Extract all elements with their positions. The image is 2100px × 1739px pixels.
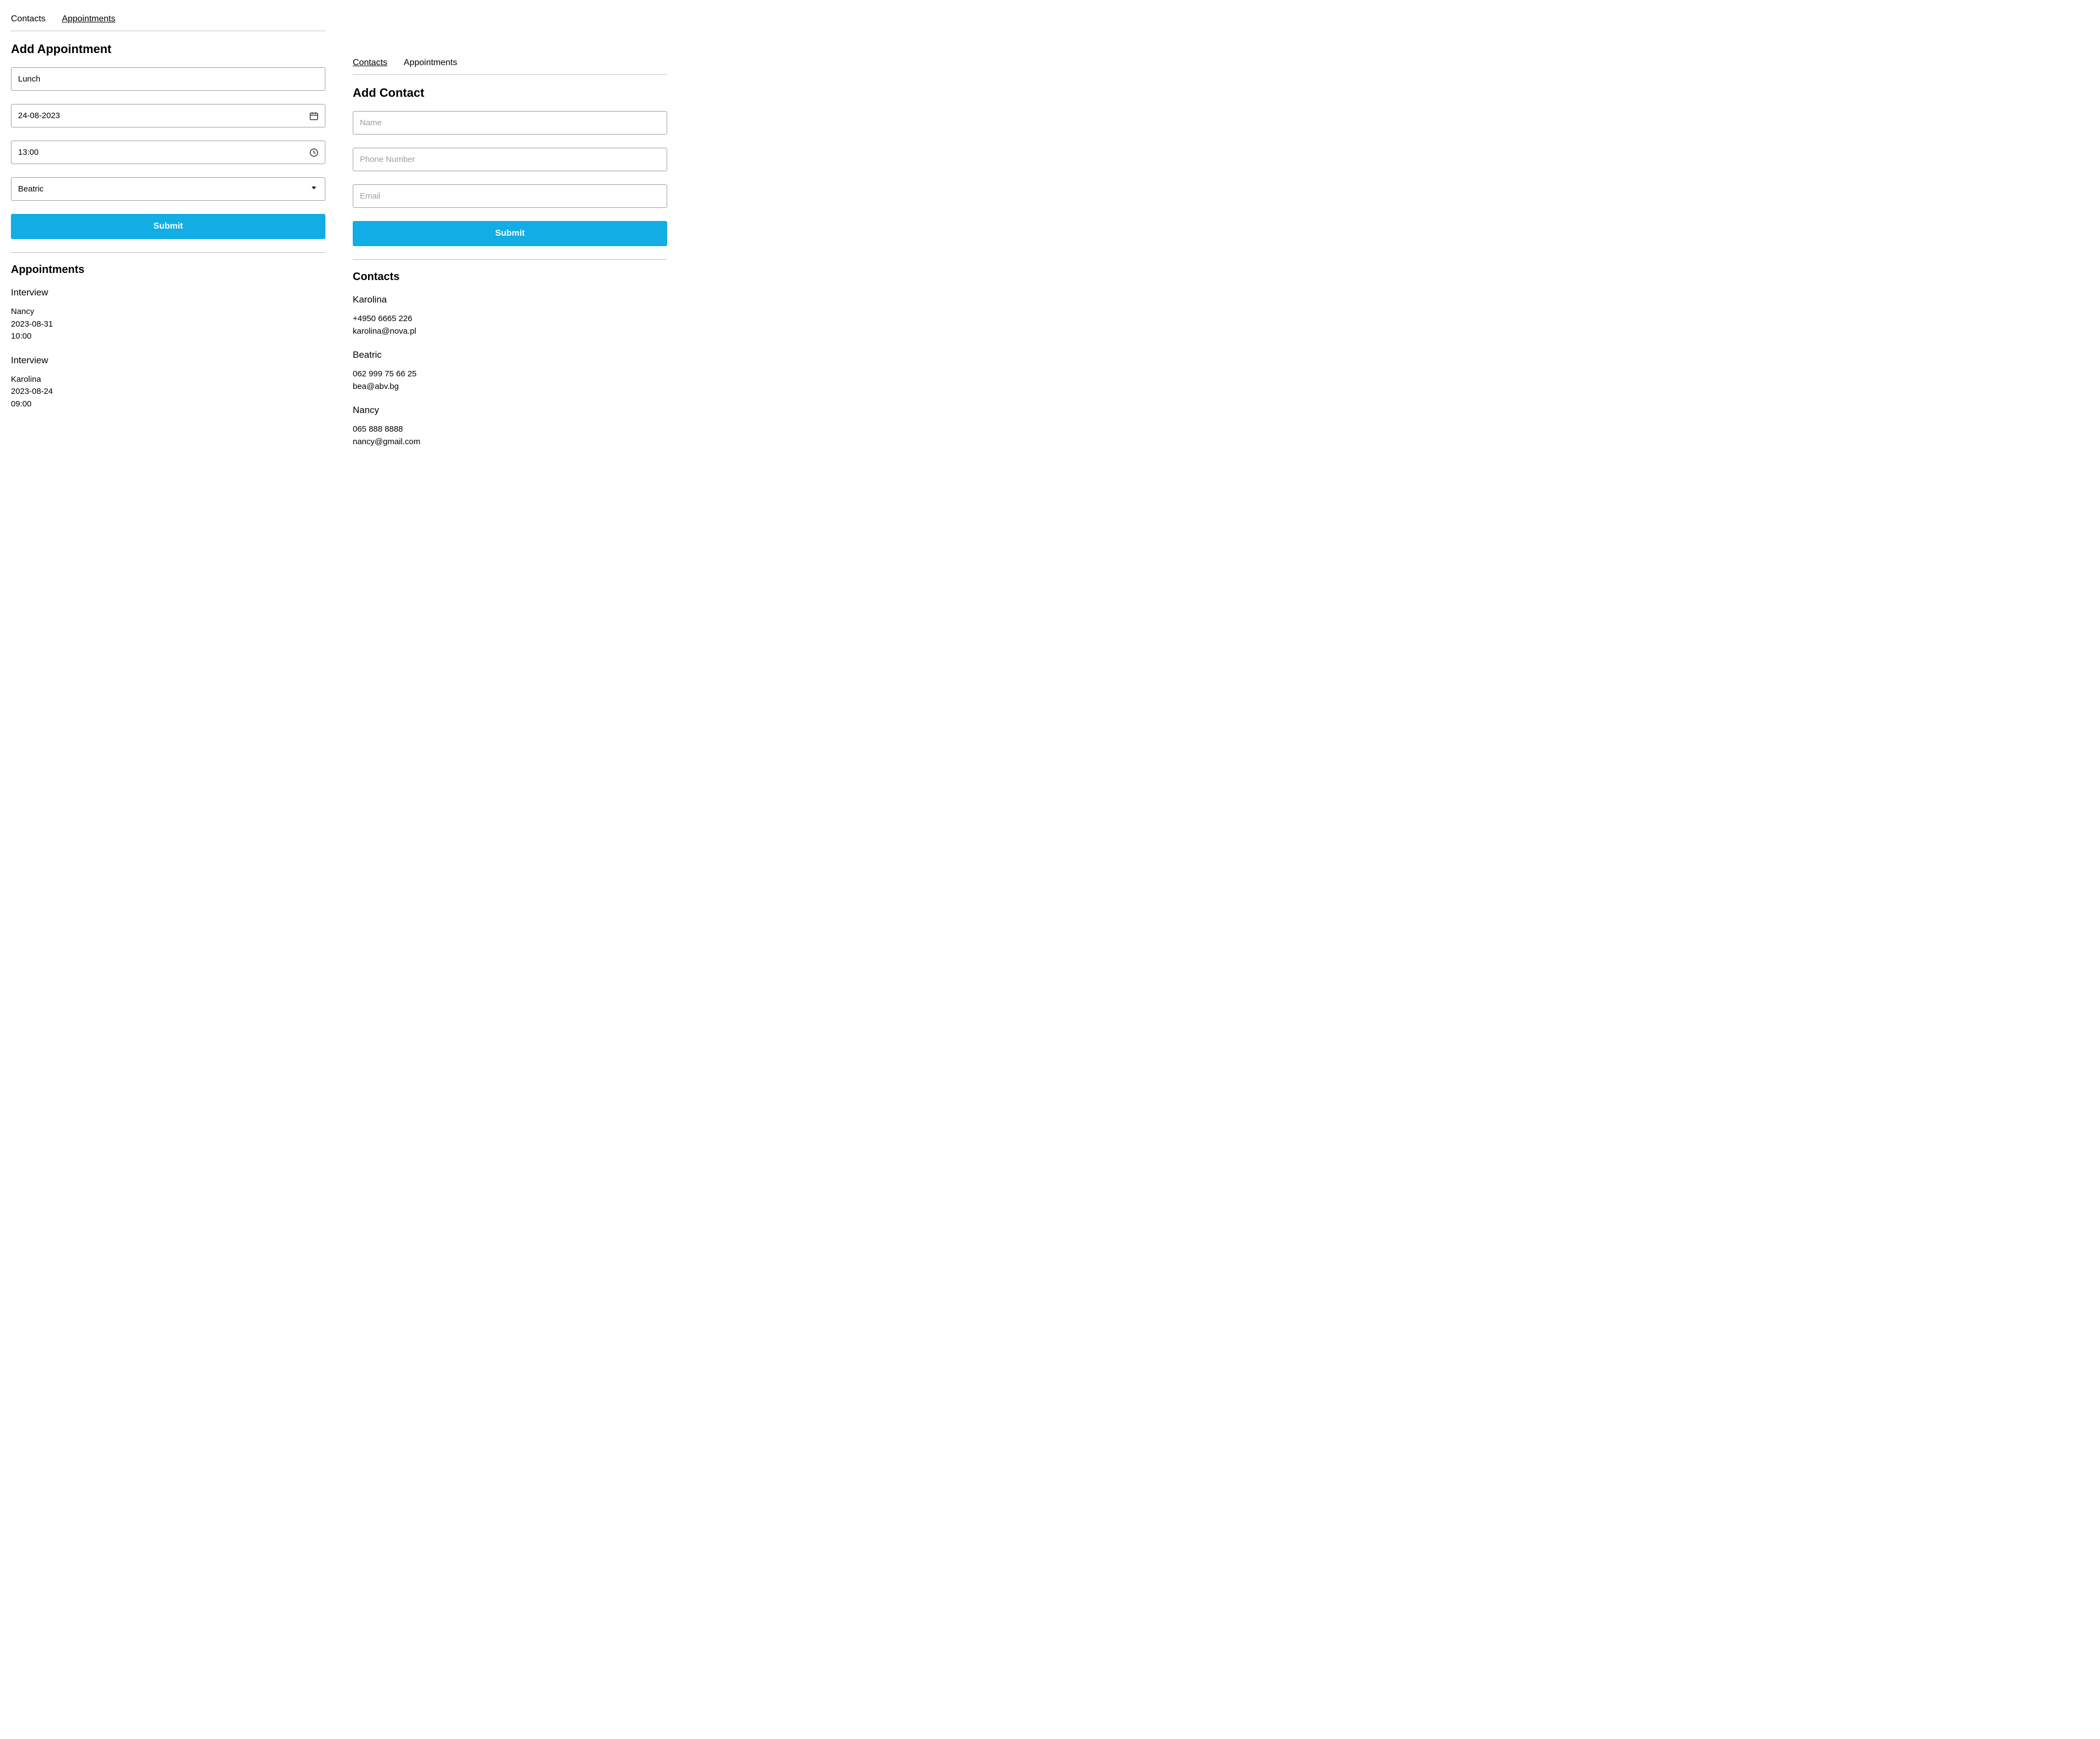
appointment-item: Interview Karolina2023-08-2409:00 bbox=[11, 355, 325, 411]
add-contact-title: Add Contact bbox=[353, 86, 667, 100]
appointment-item-contact: Nancy bbox=[11, 306, 325, 318]
add-appointment-title: Add Appointment bbox=[11, 42, 325, 56]
appointment-contact-select[interactable]: Beatric bbox=[11, 177, 325, 201]
appointment-item-time: 09:00 bbox=[11, 398, 325, 411]
appointment-item-contact: Karolina bbox=[11, 374, 325, 386]
tab-appointments[interactable]: Appointments bbox=[62, 14, 115, 24]
contact-item-email: karolina@nova.pl bbox=[353, 325, 667, 338]
appointments-list: Interview Nancy2023-08-3110:00 Interview Ka… bbox=[11, 287, 325, 410]
contact-item-phone: 062 999 75 66 25 bbox=[353, 368, 667, 381]
appointment-item-title: Interview bbox=[11, 355, 325, 366]
appointment-item-date: 2023-08-31 bbox=[11, 318, 325, 331]
tab-contacts[interactable]: Contacts bbox=[353, 58, 387, 68]
contact-item-email: bea@abv.bg bbox=[353, 381, 667, 393]
appointment-item-time: 10:00 bbox=[11, 330, 325, 343]
divider bbox=[353, 74, 667, 75]
contact-item: Nancy 065 888 8888nancy@gmail.com bbox=[353, 405, 667, 448]
appointment-title-input[interactable] bbox=[11, 67, 325, 91]
appointment-item: Interview Nancy2023-08-3110:00 bbox=[11, 287, 325, 343]
appointment-item-title: Interview bbox=[11, 287, 325, 298]
contact-item-name: Nancy bbox=[353, 405, 667, 416]
appointments-list-title: Appointments bbox=[11, 264, 325, 276]
contact-item-phone: 065 888 8888 bbox=[353, 423, 667, 436]
appointments-panel: Contacts Appointments Add Appointment bbox=[11, 11, 325, 460]
contact-email-input[interactable] bbox=[353, 184, 667, 208]
contacts-panel: Contacts Appointments Add Contact Submit… bbox=[353, 11, 667, 460]
contact-item: Beatric 062 999 75 66 25bea@abv.bg bbox=[353, 350, 667, 393]
appointment-item-date: 2023-08-24 bbox=[11, 386, 325, 398]
appointment-date-input[interactable] bbox=[11, 104, 325, 127]
appointment-time-input[interactable] bbox=[11, 141, 325, 164]
contact-item: Karolina +4950 6665 226karolina@nova.pl bbox=[353, 294, 667, 338]
contacts-list: Karolina +4950 6665 226karolina@nova.pl Be… bbox=[353, 294, 667, 448]
contacts-list-title: Contacts bbox=[353, 271, 667, 283]
contact-item-phone: +4950 6665 226 bbox=[353, 313, 667, 325]
contact-name-input[interactable] bbox=[353, 111, 667, 135]
tab-appointments[interactable]: Appointments bbox=[404, 58, 457, 68]
divider bbox=[11, 252, 325, 253]
contact-item-name: Beatric bbox=[353, 350, 667, 360]
submit-contact-button[interactable]: Submit bbox=[353, 221, 667, 246]
nav-tabs-left: Contacts Appointments bbox=[11, 11, 325, 30]
tab-contacts[interactable]: Contacts bbox=[11, 14, 45, 24]
submit-appointment-button[interactable]: Submit bbox=[11, 214, 325, 239]
contact-item-name: Karolina bbox=[353, 294, 667, 305]
contact-item-email: nancy@gmail.com bbox=[353, 436, 667, 449]
contact-phone-input[interactable] bbox=[353, 148, 667, 171]
divider bbox=[353, 259, 667, 260]
nav-tabs-right: Contacts Appointments bbox=[353, 55, 667, 73]
